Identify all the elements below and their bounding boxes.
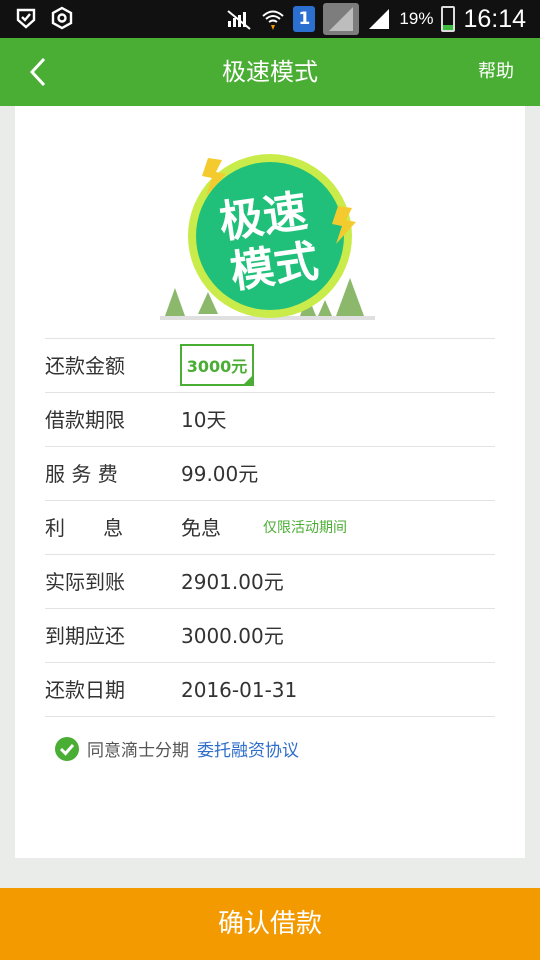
row-amount-due: 到期应还 3000.00元 (45, 609, 495, 663)
battery-icon (441, 6, 456, 32)
status-bar: 1 19% 16:14 (0, 0, 540, 38)
sim-card-icon (323, 3, 360, 35)
amount-due-value: 3000.00元 (181, 624, 284, 648)
confirm-loan-button[interactable]: 确认借款 (0, 888, 540, 960)
selected-corner-icon (243, 375, 252, 384)
repay-amount-value: 3000元 (186, 357, 248, 376)
repay-amount-box[interactable]: 3000元 (180, 344, 254, 386)
row-repay-amount: 还款金额 3000元 (45, 339, 495, 393)
row-interest: 利 息 免息 仅限活动期间 (45, 501, 495, 555)
row-repay-date: 还款日期 2016-01-31 (45, 663, 495, 717)
amount-received-value: 2901.00元 (181, 570, 284, 594)
page-title: 极速模式 (222, 58, 318, 86)
back-button[interactable] (18, 52, 58, 92)
amount-received-label: 实际到账 (45, 570, 125, 594)
loan-details-list: 还款金额 3000元 借款期限 10天 服 务 费 99.00元 利 息 免息 … (45, 338, 495, 717)
agreement-link[interactable]: 委托融资协议 (197, 736, 299, 761)
express-mode-logo: 极速 模式 (160, 154, 375, 320)
loan-term-label: 借款期限 (45, 408, 125, 432)
amount-due-label: 到期应还 (45, 624, 125, 648)
agreement: 同意滴士分期 委托融资协议 (55, 736, 299, 761)
interest-note: 仅限活动期间 (263, 520, 347, 536)
loan-term-value: 10天 (181, 408, 227, 432)
interest-label: 利 息 (45, 516, 124, 540)
checkbox-checked-icon[interactable] (55, 736, 79, 761)
app-header: 极速模式 帮助 (0, 38, 540, 106)
wifi-icon (262, 10, 285, 30)
cell-signal-icon (369, 9, 390, 29)
clock: 16:14 (463, 4, 526, 33)
help-button[interactable]: 帮助 (478, 38, 514, 106)
agreement-text: 同意滴士分期 (87, 741, 189, 761)
row-service-fee: 服 务 费 99.00元 (45, 447, 495, 501)
no-signal-icon (227, 10, 252, 30)
sim-badge: 1 (293, 6, 316, 32)
chevron-left-icon (29, 57, 46, 87)
service-fee-value: 99.00元 (181, 462, 259, 486)
settings-hex-icon (51, 6, 73, 30)
repay-date-label: 还款日期 (45, 678, 125, 702)
row-loan-term: 借款期限 10天 (45, 393, 495, 447)
notification-icon (16, 8, 36, 29)
battery-percent: 19% (399, 9, 434, 28)
service-fee-label: 服 务 费 (45, 462, 118, 486)
loan-detail-card: 极速 模式 还款金额 3000元 借款期限 10天 服 务 费 99.00元 利… (15, 106, 525, 858)
row-amount-received: 实际到账 2901.00元 (45, 555, 495, 609)
interest-value: 免息 (181, 516, 221, 540)
repay-date-value: 2016-01-31 (181, 678, 298, 702)
repay-amount-label: 还款金额 (45, 354, 125, 378)
